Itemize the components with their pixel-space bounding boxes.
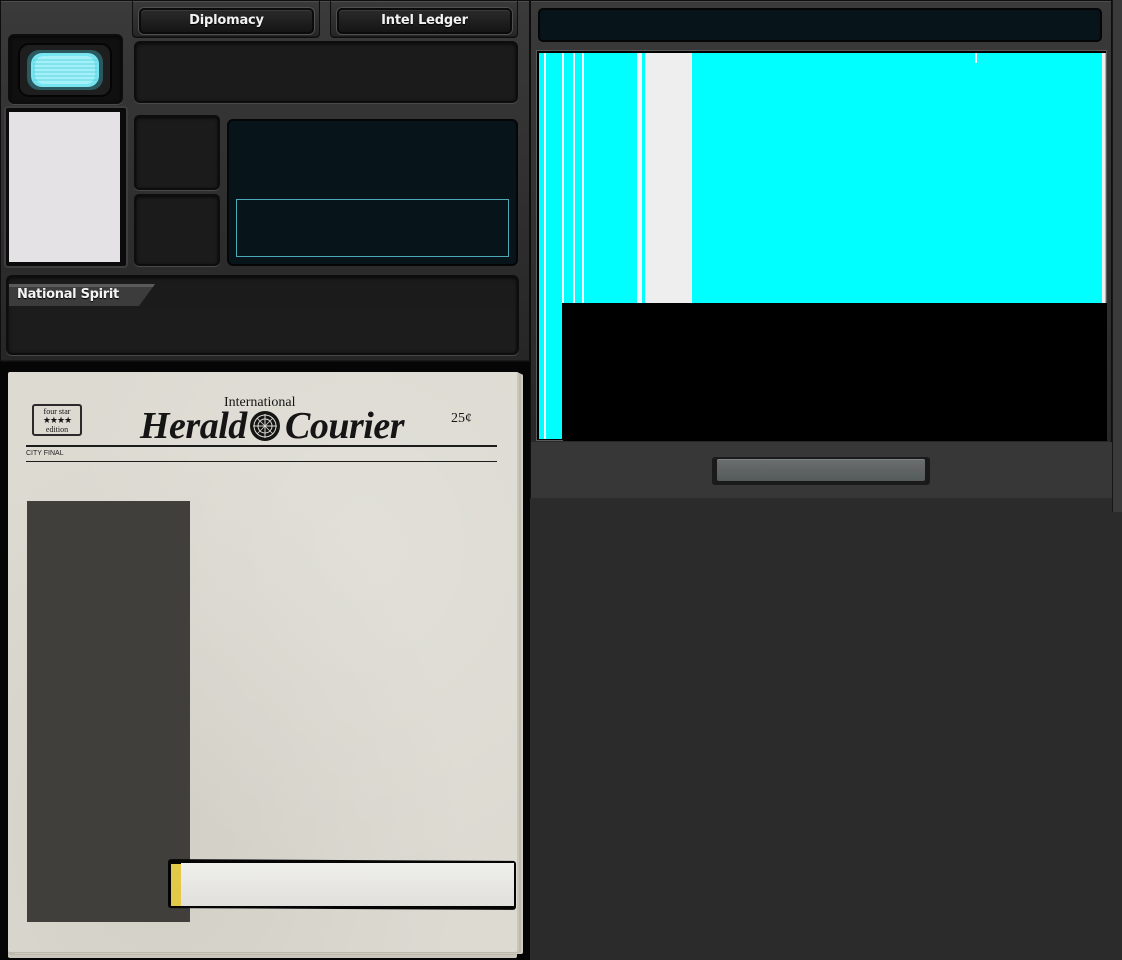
info-screen-field[interactable] [236, 199, 509, 257]
viewer-dark-area [563, 303, 1107, 441]
viewer-stripe-5 [573, 53, 575, 303]
stat-slot-1[interactable] [134, 115, 220, 190]
viewer-stripe-8 [645, 53, 692, 303]
game-ui-root: Diplomacy Intel Ledger National Spirit f… [0, 0, 1122, 960]
newspaper-price: 25¢ [451, 411, 472, 426]
headline-strip[interactable] [181, 863, 514, 906]
edition-line: CITY FINAL [26, 450, 64, 457]
viewer-stripe-7 [637, 53, 642, 303]
tab-intel-ledger[interactable]: Intel Ledger [337, 8, 512, 34]
viewer-tick [975, 53, 977, 63]
viewer-title-bar [538, 8, 1102, 42]
edition-badge-stars: ★★★★ [42, 415, 72, 425]
viewer-scrollbar[interactable] [1112, 0, 1122, 512]
edition-badge: four star ★★★★ edition [32, 404, 82, 436]
masthead-rule-bottom [26, 461, 497, 462]
newspaper-title-right: Courier [285, 405, 404, 447]
tab-diplomacy[interactable]: Diplomacy [139, 8, 314, 34]
viewer-stripe-6 [582, 53, 584, 303]
national-spirit-label: National Spirit [17, 287, 119, 302]
newspaper-title-left: Herald [140, 405, 247, 447]
crt-monitor-icon[interactable] [17, 42, 113, 98]
stat-slot-2[interactable] [134, 194, 220, 266]
viewer-image-area [539, 53, 1106, 303]
viewer-action-button[interactable] [717, 459, 925, 481]
viewer-screen[interactable] [536, 50, 1107, 441]
leader-name-slot [134, 41, 518, 103]
national-spirit-slots [12, 308, 515, 350]
globe-emblem-icon [249, 410, 281, 442]
masthead-rule-top [26, 445, 497, 447]
leader-portrait[interactable] [9, 112, 120, 262]
viewer-stripe-3 [546, 53, 562, 439]
viewer-stripe-4 [562, 53, 564, 303]
edition-badge-bottom: edition [45, 425, 69, 434]
newspaper-photo [27, 501, 190, 922]
headline-strip-tab [171, 864, 181, 906]
viewer-stripe-9 [1102, 53, 1105, 303]
